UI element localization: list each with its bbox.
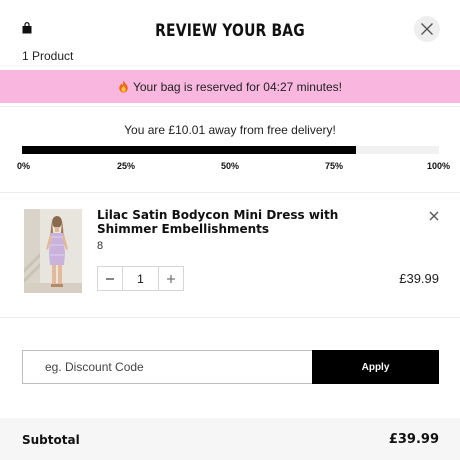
plus-icon: [167, 274, 175, 283]
progress-tick-0: 0%: [17, 161, 31, 171]
quantity-value[interactable]: 1: [122, 267, 159, 290]
divider: [0, 106, 460, 107]
progress-tick-100: 100%: [427, 161, 451, 171]
close-icon: [421, 23, 433, 35]
apply-discount-button[interactable]: Apply: [312, 350, 439, 384]
quantity-stepper: 1: [97, 266, 184, 291]
decrement-button[interactable]: [98, 267, 122, 290]
flame-icon: [119, 80, 128, 93]
item-price: £39.99: [399, 271, 439, 286]
minus-icon: [106, 277, 114, 280]
progress-tick-25: 25%: [117, 161, 136, 171]
shopping-bag-icon: [22, 22, 32, 34]
subtotal-label: Subtotal: [22, 433, 80, 447]
product-size: 8: [97, 240, 104, 252]
product-name-link[interactable]: Lilac Satin Bodycon Mini Dress with Shim…: [97, 208, 387, 236]
close-button[interactable]: [414, 16, 440, 42]
progress-tick-50: 50%: [221, 161, 240, 171]
product-count: 1 Product: [22, 49, 74, 63]
reservation-banner: Your bag is reserved for 04:27 minutes!: [0, 70, 460, 103]
page-title: REVIEW YOUR BAG: [155, 21, 305, 41]
bag-header: 1 Product REVIEW YOUR BAG: [0, 0, 460, 70]
free-delivery-message: You are £10.01 away from free delivery!: [124, 123, 336, 137]
divider: [0, 192, 460, 193]
subtotal-value: £39.99: [388, 432, 439, 447]
progress-tick-75: 75%: [325, 161, 344, 171]
increment-button[interactable]: [159, 267, 183, 290]
close-icon: [429, 211, 439, 221]
reservation-text: Your bag is reserved for 04:27 minutes!: [132, 79, 342, 94]
divider: [0, 317, 460, 318]
product-image[interactable]: [24, 209, 82, 293]
remove-item-button[interactable]: [427, 209, 441, 223]
subtotal-bar: Subtotal £39.99: [0, 418, 460, 460]
discount-code-input[interactable]: [22, 350, 313, 384]
delivery-progress-bar: [22, 146, 439, 154]
product-photo-illustration: [24, 209, 82, 293]
delivery-progress-fill: [22, 146, 356, 154]
